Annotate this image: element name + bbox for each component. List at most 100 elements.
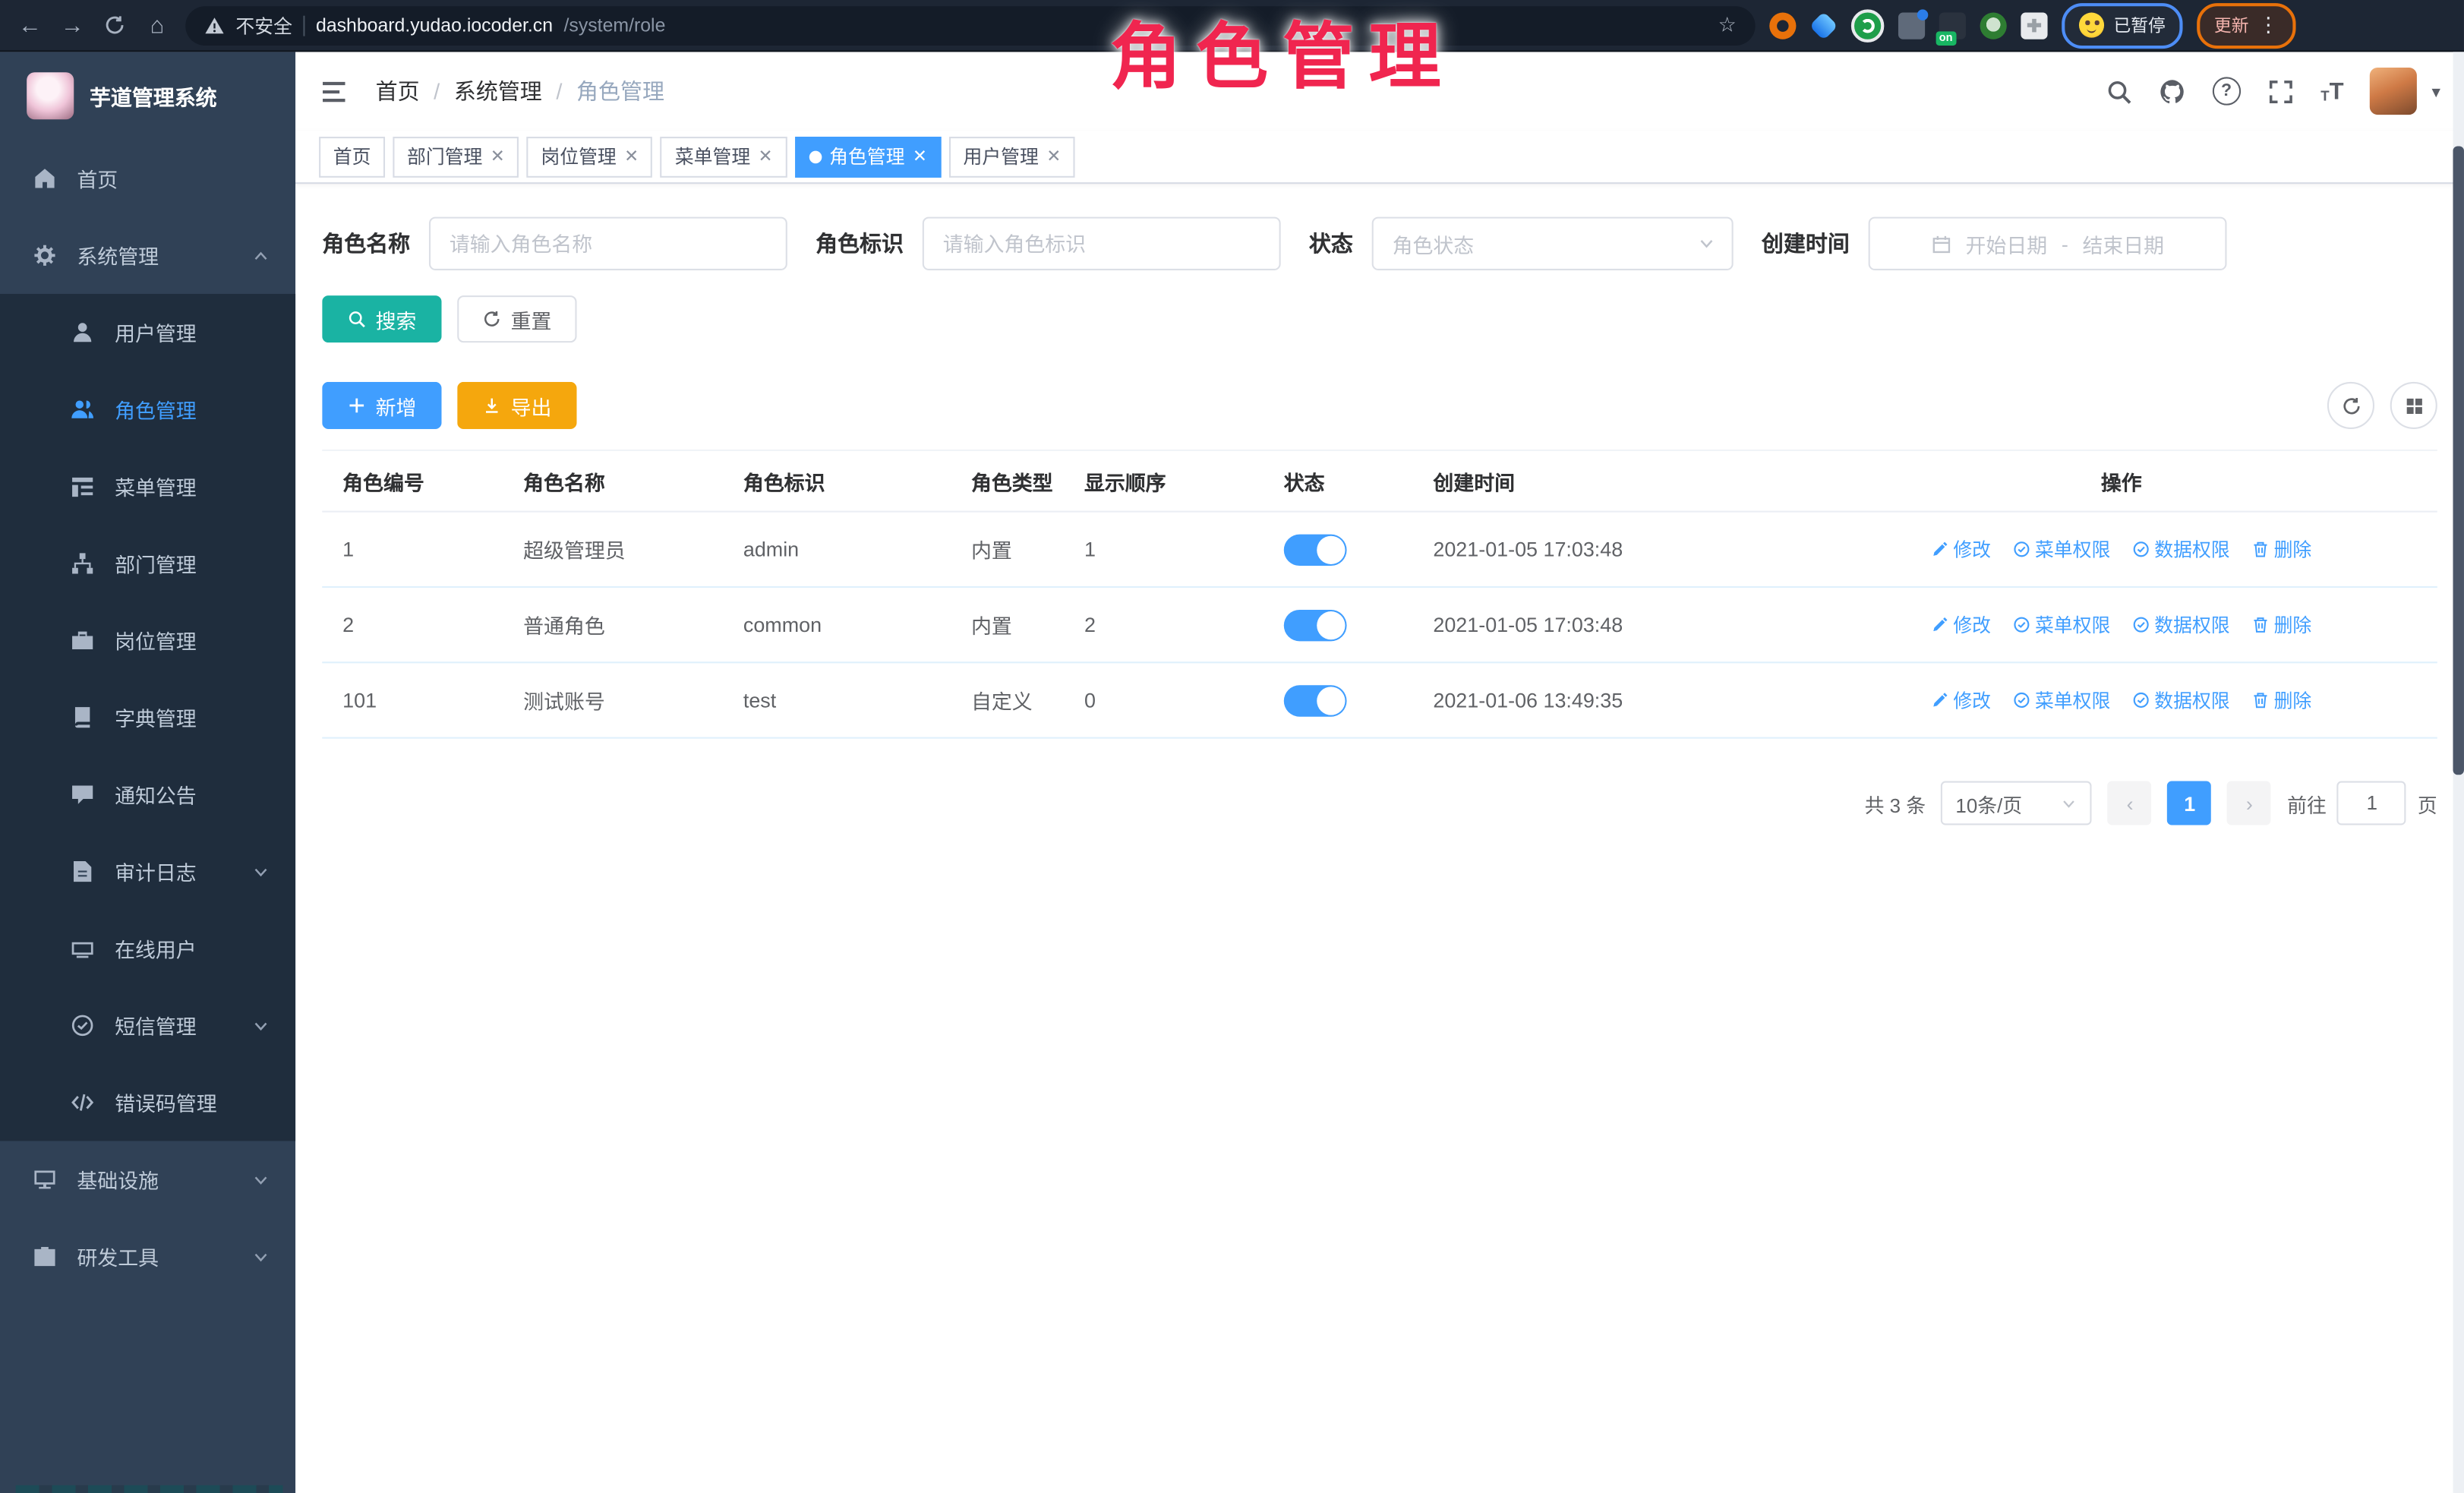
search-icon[interactable] [2106,77,2132,104]
user-avatar[interactable] [2371,68,2418,115]
status-toggle[interactable] [1284,684,1347,715]
sidebar-item-dict[interactable]: 字典管理 [0,679,295,756]
sidebar-item-system[interactable]: 系统管理 [0,217,295,294]
search-button[interactable]: 搜索 [322,295,441,342]
page-size-select[interactable]: 10条/页 [1942,781,2093,825]
tab-close-icon[interactable]: ✕ [1046,146,1061,166]
sidebar-item-posts[interactable]: 岗位管理 [0,602,295,679]
sidebar-item-roles[interactable]: 角色管理 [0,371,295,447]
app-logo[interactable]: 芋道管理系统 [0,52,295,140]
delete-action[interactable]: 删除 [2252,611,2312,638]
add-button-label: 新增 [376,390,417,420]
data-permission-action[interactable]: 数据权限 [2132,536,2229,563]
scrollbar-thumb[interactable] [2453,146,2463,775]
sidebar-item-users[interactable]: 用户管理 [0,294,295,371]
data-permission-action[interactable]: 数据权限 [2132,687,2229,713]
status-toggle[interactable] [1284,534,1347,565]
address-bar[interactable]: 不安全 dashboard.yudao.iocoder.cn/system/ro… [185,5,1755,45]
tab-close-icon[interactable]: ✕ [759,146,773,166]
cell-created-time: 2021-01-06 13:49:35 [1412,688,1805,712]
tab-close-icon[interactable]: ✕ [913,146,927,166]
menu-permission-action[interactable]: 菜单权限 [2013,536,2110,563]
sidebar-item-infrastructure[interactable]: 基础设施 [0,1141,295,1217]
status-select[interactable]: 角色状态 [1372,217,1734,270]
help-icon[interactable]: ? [2212,77,2240,105]
column-settings-button[interactable] [2390,382,2437,429]
fullscreen-icon[interactable] [2267,77,2294,104]
tab-roles-active[interactable]: 角色管理 ✕ [795,136,942,177]
avatar-caret-icon[interactable]: ▾ [2431,81,2440,102]
cell-role-id: 2 [322,613,503,636]
breadcrumb-separator: / [556,78,562,103]
extension-icon-orange[interactable] [1769,12,1796,39]
sidebar-item-dev-tools[interactable]: 研发工具 [0,1218,295,1295]
chevron-down-icon [251,1016,270,1035]
edit-action[interactable]: 修改 [1931,611,1991,638]
grid-icon [2403,395,2424,415]
status-toggle[interactable] [1284,609,1347,640]
reload-button[interactable] [100,14,128,36]
prev-page-button[interactable]: ‹ [2108,781,2152,825]
sidebar-item-audit-log[interactable]: 审计日志 [0,833,295,910]
font-size-icon[interactable]: TT [2320,80,2343,103]
menu-permission-action[interactable]: 菜单权限 [2013,611,2110,638]
browser-menu-icon[interactable]: ⋮ [2258,13,2279,38]
scrollbar[interactable] [2453,52,2463,1493]
sidebar-item-sms[interactable]: 短信管理 [0,987,295,1064]
github-icon[interactable] [2159,77,2185,104]
delete-action[interactable]: 删除 [2252,687,2312,713]
sidebar-item-online-users[interactable]: 在线用户 [0,910,295,986]
tab-users[interactable]: 用户管理 ✕ [949,136,1075,177]
role-code-input[interactable] [923,217,1281,270]
edit-action[interactable]: 修改 [1931,536,1991,563]
extension-icon-gem[interactable] [1809,11,1838,39]
tab-close-icon[interactable]: ✕ [624,146,639,166]
tab-menus[interactable]: 菜单管理 ✕ [661,136,787,177]
home-button[interactable]: ⌂ [143,14,171,37]
page-size-value: 10条/页 [1955,788,2022,818]
data-permission-action[interactable]: 数据权限 [2132,611,2229,638]
bookmark-star-icon[interactable]: ☆ [1718,13,1737,38]
filter-create-time: 创建时间 开始日期 - 结束日期 [1762,217,2227,270]
reset-button[interactable]: 重置 [457,295,576,342]
sidebar-item-departments[interactable]: 部门管理 [0,525,295,601]
edit-icon [1931,616,1948,633]
extensions-puzzle-icon[interactable] [2021,12,2047,39]
refresh-table-button[interactable] [2327,382,2374,429]
sidebar-item-home[interactable]: 首页 [0,140,295,216]
sidebar-item-error-codes[interactable]: 错误码管理 [0,1064,295,1141]
extension-icon-green[interactable] [1851,8,1884,41]
cell-role-code: common [723,613,951,636]
back-button[interactable]: ← [16,14,44,37]
chrome-update-button[interactable]: 更新 ⋮ [2197,2,2295,48]
extension-icon-monkey[interactable] [1980,12,2007,39]
delete-action[interactable]: 删除 [2252,536,2312,563]
edit-action[interactable]: 修改 [1931,687,1991,713]
next-page-button[interactable]: › [2227,781,2271,825]
forward-button[interactable]: → [58,14,87,37]
tab-home[interactable]: 首页 [319,136,385,177]
hamburger-icon[interactable] [319,76,349,106]
menu-permission-action[interactable]: 菜单权限 [2013,687,2110,713]
add-button[interactable]: 新增 [322,382,441,429]
role-name-input[interactable] [429,217,787,270]
extension-icon-grid[interactable] [1898,12,1925,39]
sidebar-item-notice[interactable]: 通知公告 [0,756,295,832]
table-row: 2 普通角色 common 内置 2 2021-01-05 17:03:48 修… [322,588,2437,663]
tree-table-icon [71,475,94,498]
chevron-down-icon [2061,794,2078,812]
breadcrumb-system[interactable]: 系统管理 [454,75,542,106]
tab-posts[interactable]: 岗位管理 ✕ [527,136,653,177]
tab-departments[interactable]: 部门管理 ✕ [393,136,519,177]
profile-chip[interactable]: 已暂停 [2062,2,2182,48]
goto-page-input[interactable] [2337,781,2406,825]
export-button[interactable]: 导出 [457,382,576,429]
current-page-button[interactable]: 1 [2168,781,2212,825]
table-toolbar: 新增 导出 [322,382,2437,429]
date-range-picker[interactable]: 开始日期 - 结束日期 [1869,217,2227,270]
tab-close-icon[interactable]: ✕ [491,146,505,166]
extension-icon-dark[interactable]: on [1939,12,1966,39]
breadcrumb-home[interactable]: 首页 [376,75,420,106]
sidebar-item-menus[interactable]: 菜单管理 [0,448,295,525]
breadcrumb-separator: / [434,78,440,103]
